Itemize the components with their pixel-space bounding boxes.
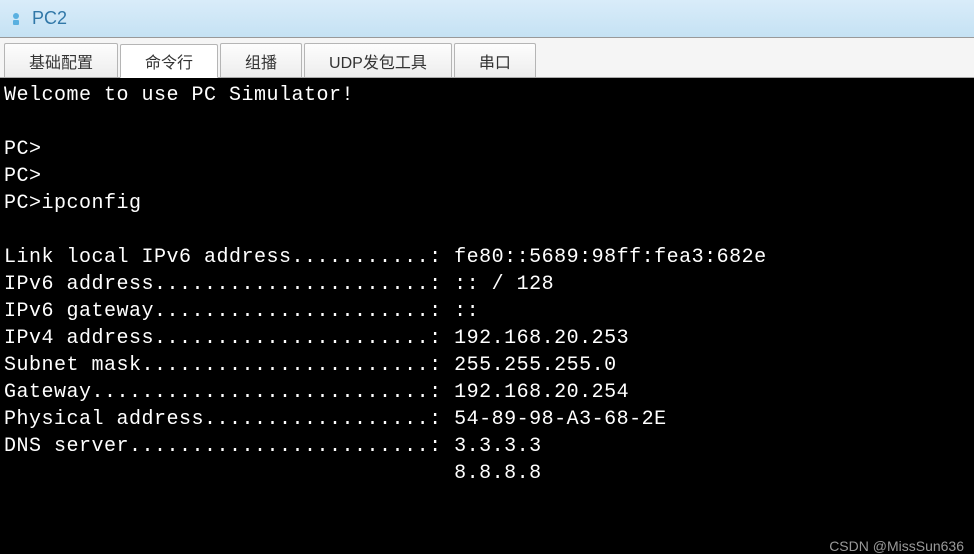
terminal-line: Link local IPv6 address...........: fe80… xyxy=(4,246,767,269)
terminal-output[interactable]: Welcome to use PC Simulator! PC> PC> PC>… xyxy=(0,78,974,554)
title-bar: PC2 xyxy=(0,0,974,38)
terminal-line: Gateway...........................: 192.… xyxy=(4,381,629,404)
tab-bar: 基础配置 命令行 组播 UDP发包工具 串口 xyxy=(0,38,974,78)
tab-udp-tool[interactable]: UDP发包工具 xyxy=(304,43,452,77)
tab-command-line[interactable]: 命令行 xyxy=(120,44,218,78)
terminal-prompt: PC> xyxy=(4,165,42,188)
terminal-prompt: PC>ipconfig xyxy=(4,192,142,215)
terminal-line: DNS server........................: 3.3.… xyxy=(4,435,542,458)
terminal-line: Subnet mask.......................: 255.… xyxy=(4,354,617,377)
watermark: CSDN @MissSun636 xyxy=(829,538,964,554)
terminal-line: Physical address..................: 54-8… xyxy=(4,408,667,431)
tab-basic-config[interactable]: 基础配置 xyxy=(4,43,118,77)
tab-serial[interactable]: 串口 xyxy=(454,43,536,77)
tab-multicast[interactable]: 组播 xyxy=(220,43,302,77)
app-icon xyxy=(6,9,26,29)
window-title: PC2 xyxy=(32,8,67,29)
terminal-welcome: Welcome to use PC Simulator! xyxy=(4,84,354,107)
terminal-line: IPv4 address......................: 192.… xyxy=(4,327,629,350)
terminal-prompt: PC> xyxy=(4,138,42,161)
terminal-line: 8.8.8.8 xyxy=(4,462,542,485)
terminal-line: IPv6 address......................: :: /… xyxy=(4,273,554,296)
terminal-line: IPv6 gateway......................: :: xyxy=(4,300,479,323)
